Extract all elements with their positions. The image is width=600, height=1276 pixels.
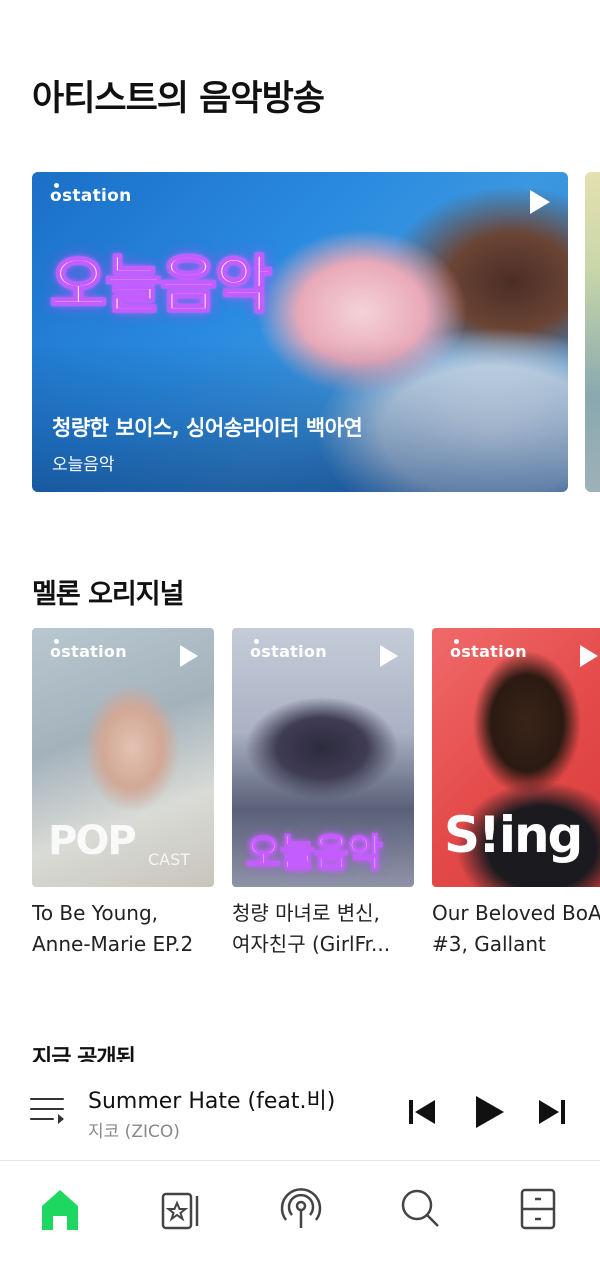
popcast-logo: POP — [48, 818, 137, 864]
card-art-text: 오늘음악 — [245, 830, 383, 876]
section-title-now-released: 지금 공개된 — [32, 1046, 135, 1062]
station-logo: ostation — [250, 639, 327, 661]
sling-logo: S!ing — [444, 806, 583, 864]
home-icon[interactable] — [30, 1178, 90, 1238]
play-icon[interactable] — [468, 1092, 508, 1132]
card-caption[interactable]: To Be Young, Anne-Marie EP.2 — [32, 898, 214, 960]
drawer-icon[interactable] — [508, 1178, 568, 1238]
library-icon[interactable] — [151, 1178, 211, 1238]
card-caption[interactable]: Our Beloved BoA #3, Gallant — [432, 898, 600, 960]
banner-art-text: 오늘음악 — [49, 247, 273, 322]
bottom-nav — [0, 1162, 600, 1276]
original-card[interactable]: ostation 오늘음악 — [232, 628, 414, 887]
popcast-logo-suffix: CAST — [148, 850, 191, 869]
caption-line: 여자친구 (GirlFr... — [232, 932, 391, 956]
station-logo: ostation — [50, 183, 132, 206]
caption-line: #3, Gallant — [432, 932, 546, 956]
caption-line: Our Beloved BoA — [432, 901, 600, 925]
play-icon[interactable] — [380, 645, 398, 667]
card-caption[interactable]: 청량 마녀로 변신, 여자친구 (GirlFr... — [232, 898, 414, 960]
next-banner-peek[interactable] — [585, 172, 600, 492]
station-icon[interactable] — [271, 1178, 331, 1238]
next-icon[interactable] — [532, 1092, 572, 1132]
original-card[interactable]: ostation S!ing — [432, 628, 600, 887]
featured-banner[interactable]: ostation 오늘음악 청량한 보이스, 싱어송라이터 백아연 오늘음악 — [32, 172, 568, 492]
original-card[interactable]: ostation POP CAST — [32, 628, 214, 887]
caption-line: To Be Young, — [32, 901, 158, 925]
section-title-artist-broadcast: 아티스트의 음악방송 — [32, 79, 325, 119]
play-icon[interactable] — [530, 190, 550, 214]
mini-player[interactable]: Summer Hate (feat.비) 지코 (ZICO) — [0, 1066, 600, 1161]
play-icon[interactable] — [180, 645, 198, 667]
station-logo: ostation — [450, 639, 527, 661]
banner-title: 청량한 보이스, 싱어송라이터 백아연 — [52, 416, 363, 440]
section-title-melon-original: 멜론 오리지널 — [32, 579, 184, 610]
song-artist[interactable]: 지코 (ZICO) — [88, 1117, 180, 1142]
banner-subtitle: 오늘음악 — [52, 455, 115, 475]
search-icon[interactable] — [390, 1178, 450, 1238]
station-logo: ostation — [50, 639, 127, 661]
previous-icon[interactable] — [402, 1092, 442, 1132]
play-icon[interactable] — [580, 645, 598, 667]
playlist-icon[interactable] — [30, 1096, 66, 1128]
caption-line: Anne-Marie EP.2 — [32, 932, 194, 956]
caption-line: 청량 마녀로 변신, — [232, 901, 380, 925]
song-title[interactable]: Summer Hate (feat.비) — [88, 1083, 335, 1115]
